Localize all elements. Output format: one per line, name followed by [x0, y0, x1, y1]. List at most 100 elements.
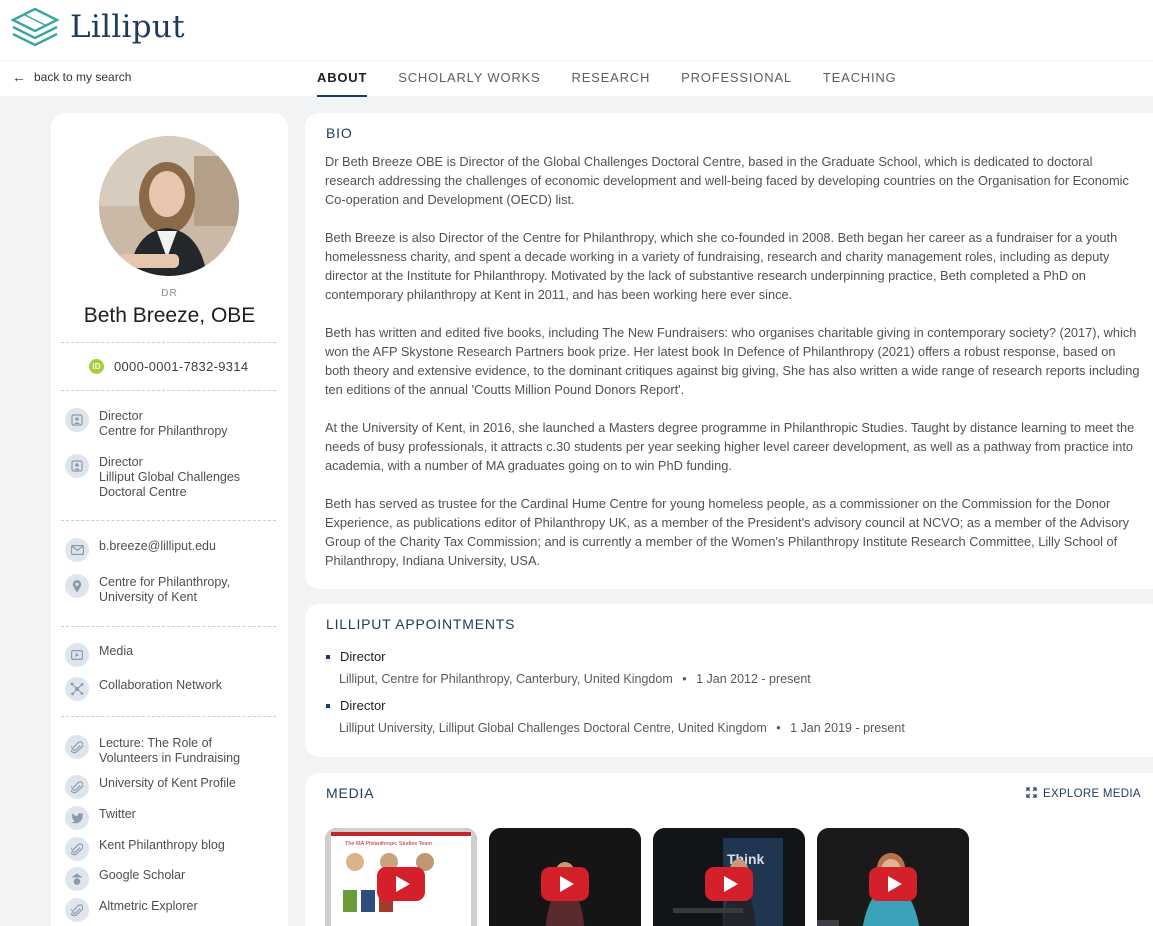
salutation: DR — [161, 288, 178, 299]
media-link-label: Media — [99, 644, 134, 658]
play-button[interactable] — [869, 867, 917, 901]
position-role: Director — [99, 409, 143, 423]
divider — [61, 520, 276, 521]
orcid-id: 0000-0001-7832-9314 — [114, 359, 249, 374]
twitter-link[interactable]: Twitter — [65, 806, 275, 830]
twitter-icon — [65, 806, 89, 830]
appointments-title: LILLIPUT APPOINTMENTS — [326, 616, 516, 632]
bio-paragraph: Beth has written and edited five books, … — [325, 325, 1140, 397]
person-name: Beth Breeze, OBE — [83, 304, 256, 327]
media-link[interactable]: Media — [65, 643, 275, 667]
app-name: Lilliput — [70, 9, 185, 45]
play-button[interactable] — [377, 867, 425, 901]
tab-teaching[interactable]: TEACHING — [823, 61, 897, 97]
media-thumbnail[interactable] — [817, 828, 969, 926]
play-icon — [559, 876, 574, 892]
tab-scholarly-works[interactable]: SCHOLARLY WORKS — [398, 61, 540, 97]
bio-text: Dr Beth Breeze OBE is Director of the Gl… — [325, 152, 1140, 589]
appointment-org: Lilliput, Centre for Philanthropy, Cante… — [339, 672, 673, 686]
appointment-role: Director — [340, 698, 386, 713]
play-button[interactable] — [705, 867, 753, 901]
avatar — [99, 136, 239, 276]
tab-professional[interactable]: PROFESSIONAL — [681, 61, 792, 97]
tab-about[interactable]: ABOUT — [317, 61, 368, 97]
map-pin-icon — [65, 574, 89, 598]
arrow-left-icon: ← — [12, 69, 26, 85]
paperclip-icon — [65, 898, 89, 922]
location-line: Centre for Philanthropy, — [99, 575, 231, 589]
bio-paragraph: Beth Breeze is also Director of the Cent… — [325, 230, 1118, 302]
email-address[interactable]: b.breeze@lilliput.edu — [99, 538, 216, 554]
bio-paragraph: At the University of Kent, in 2016, she … — [325, 420, 1135, 473]
external-link[interactable]: Kent Philanthropy blog — [65, 837, 275, 861]
separator-dot: • — [682, 672, 687, 686]
appointment-role: Director — [340, 649, 386, 664]
appointment-dates: 1 Jan 2012 - present — [696, 672, 811, 686]
media-thumbnail[interactable]: Think — [653, 828, 805, 926]
explore-media-button[interactable]: EXPLORE MEDIA — [1026, 787, 1141, 801]
paperclip-icon — [65, 735, 89, 759]
logo[interactable]: Lilliput — [10, 6, 185, 48]
bullet-icon — [326, 703, 330, 708]
paperclip-icon — [65, 837, 89, 861]
link-label: Google Scholar — [99, 868, 186, 882]
media-thumbnail[interactable]: The MA Philanthropic Studies Team — [325, 828, 477, 926]
external-link[interactable]: University of Kent Profile — [65, 775, 275, 799]
profile-tabs: ABOUT SCHOLARLY WORKS RESEARCH PROFESSIO… — [317, 61, 927, 97]
appointment-dates: 1 Jan 2019 - present — [790, 721, 905, 735]
link-label: Lecture: The Role of — [99, 736, 213, 750]
bullet-icon — [326, 654, 330, 659]
location-line: University of Kent — [99, 590, 197, 604]
external-link[interactable]: Lecture: The Role of Volunteers in Fundr… — [65, 735, 275, 766]
play-button[interactable] — [541, 867, 589, 901]
appointment-item: Director Lilliput University, Lilliput G… — [326, 698, 905, 735]
profile-nav: ← back to my search ABOUT SCHOLARLY WORK… — [0, 60, 1153, 97]
orcid-link[interactable]: iD 0000-0001-7832-9314 — [89, 359, 248, 374]
position-org: Doctoral Centre — [99, 485, 187, 499]
bio-title: BIO — [326, 125, 353, 141]
bio-card: BIO Dr Beth Breeze OBE is Director of th… — [305, 113, 1153, 589]
orcid-icon: iD — [89, 359, 104, 374]
position-item: Director Centre for Philanthropy — [65, 408, 275, 439]
collaboration-network-link[interactable]: Collaboration Network — [65, 677, 275, 701]
separator-dot: • — [776, 721, 781, 735]
back-to-search-link[interactable]: ← back to my search — [12, 70, 131, 84]
profile-sidebar: DR Beth Breeze, OBE iD 0000-0001-7832-93… — [51, 113, 288, 926]
appointment-item: Director Lilliput, Centre for Philanthro… — [326, 649, 811, 686]
slide-title: The MA Philanthropic Studies Team — [345, 841, 432, 847]
divider — [61, 342, 276, 343]
media-card: MEDIA EXPLORE MEDIA The MA Philanthropic… — [305, 773, 1153, 926]
tab-research[interactable]: RESEARCH — [572, 61, 651, 97]
link-label: Twitter — [99, 807, 136, 821]
media-title: MEDIA — [326, 785, 375, 801]
google-scholar-link[interactable]: Google Scholar — [65, 867, 275, 891]
link-label: Volunteers in Fundraising — [99, 751, 241, 765]
divider — [61, 390, 276, 391]
link-label: University of Kent Profile — [99, 776, 236, 790]
play-icon — [395, 876, 410, 892]
email-item[interactable]: b.breeze@lilliput.edu — [65, 538, 275, 562]
id-badge-icon — [65, 408, 89, 432]
link-label: Altmetric Explorer — [99, 899, 198, 913]
play-icon — [887, 876, 902, 892]
id-badge-icon — [65, 454, 89, 478]
play-icon — [723, 876, 738, 892]
lilliput-logo-icon — [10, 7, 60, 47]
appointments-card: LILLIPUT APPOINTMENTS Director Lilliput,… — [305, 604, 1153, 757]
profile-photo — [99, 136, 239, 276]
explore-media-label: EXPLORE MEDIA — [1043, 788, 1141, 800]
location-item: Centre for Philanthropy, University of K… — [65, 574, 275, 605]
divider — [61, 716, 276, 717]
appointment-org: Lilliput University, Lilliput Global Cha… — [339, 721, 767, 735]
position-org: Centre for Philanthropy — [99, 424, 228, 438]
external-link[interactable]: Altmetric Explorer — [65, 898, 275, 922]
network-icon — [65, 677, 89, 701]
back-link-label: back to my search — [34, 70, 132, 84]
position-item: Director Lilliput Global Challenges Doct… — [65, 454, 275, 500]
expand-icon — [1026, 787, 1037, 801]
media-thumbnail[interactable] — [489, 828, 641, 926]
collaboration-network-label: Collaboration Network — [99, 678, 222, 692]
position-role: Director — [99, 455, 143, 469]
bio-paragraph: Dr Beth Breeze OBE is Director of the Gl… — [325, 154, 1129, 207]
app-header: Lilliput — [0, 0, 1153, 60]
